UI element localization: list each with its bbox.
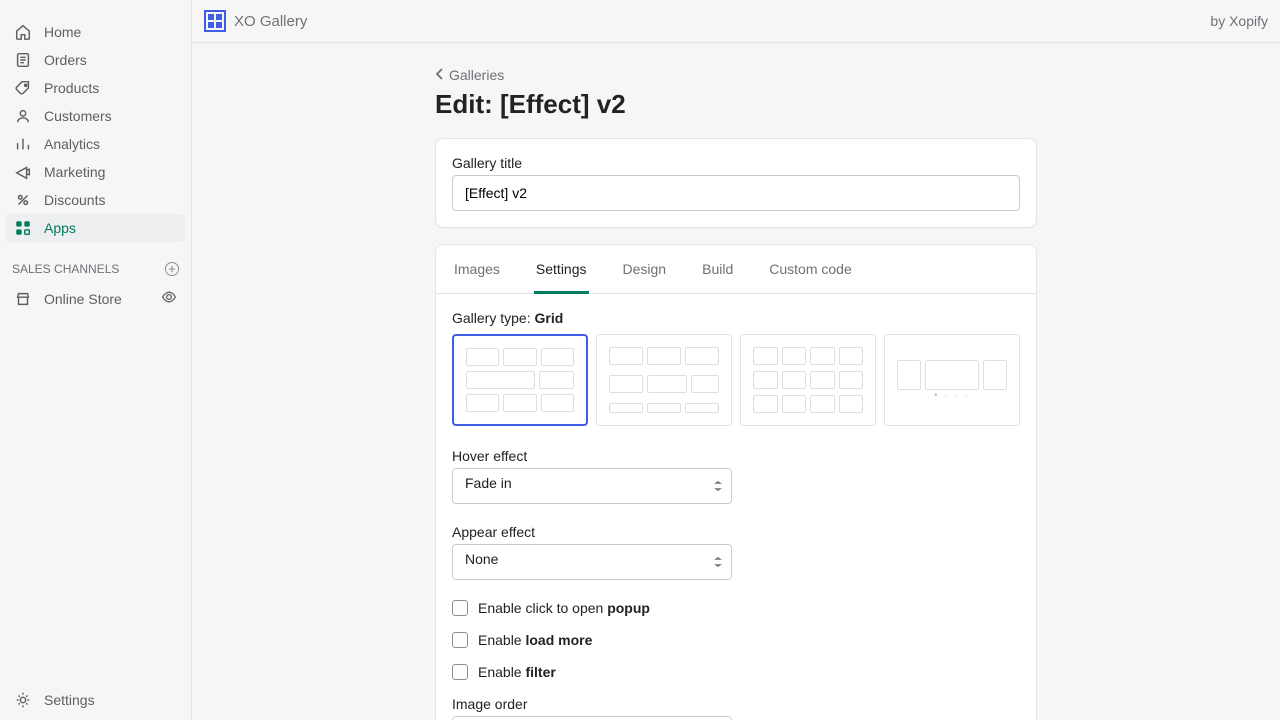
sidebar-item-orders[interactable]: Orders — [6, 46, 185, 74]
checkbox-icon — [452, 664, 468, 680]
gallery-title-card: Gallery title — [435, 138, 1037, 228]
sidebar-item-products[interactable]: Products — [6, 74, 185, 102]
enable-popup-checkbox[interactable]: Enable click to open popup — [452, 600, 1020, 616]
sidebar-item-settings[interactable]: Settings — [6, 686, 185, 714]
by-xopify: by Xopify — [1210, 13, 1268, 29]
carousel-dots-icon: • · · · — [934, 390, 970, 401]
sidebar-item-analytics[interactable]: Analytics — [6, 130, 185, 158]
sidebar-item-discounts[interactable]: Discounts — [6, 186, 185, 214]
store-icon — [14, 290, 32, 308]
nav-label: Home — [44, 24, 81, 40]
gallery-type-options: • · · · — [452, 334, 1020, 426]
app-logo-icon — [204, 10, 226, 32]
checkbox-label: Enable filter — [478, 664, 556, 680]
sidebar-item-marketing[interactable]: Marketing — [6, 158, 185, 186]
sales-channels-header: SALES CHANNELS — [0, 248, 191, 284]
checkbox-icon — [452, 600, 468, 616]
image-order-select[interactable]: Normal — [452, 716, 732, 720]
appear-effect-select[interactable]: None — [452, 544, 732, 580]
appear-effect-label: Appear effect — [452, 524, 1020, 540]
analytics-icon — [14, 135, 32, 153]
page-title: Edit: [Effect] v2 — [435, 89, 1037, 120]
app-name: XO Gallery — [234, 13, 307, 30]
nav-label: Discounts — [44, 192, 105, 208]
view-store-icon[interactable] — [161, 289, 177, 308]
sidebar-item-apps[interactable]: Apps — [6, 214, 185, 242]
gear-icon — [14, 691, 32, 709]
hover-effect-select[interactable]: Fade in — [452, 468, 732, 504]
tab-images[interactable]: Images — [452, 245, 502, 293]
image-order-label: Image order — [452, 696, 1020, 712]
tabs: Images Settings Design Build Custom code — [436, 245, 1036, 294]
nav-label: Marketing — [44, 164, 105, 180]
enable-loadmore-checkbox[interactable]: Enable load more — [452, 632, 1020, 648]
hover-effect-label: Hover effect — [452, 448, 1020, 464]
sidebar-item-home[interactable]: Home — [6, 18, 185, 46]
chevron-left-icon — [435, 67, 445, 83]
products-icon — [14, 79, 32, 97]
gallery-type-justified[interactable] — [740, 334, 876, 426]
sidebar: Home Orders Products Customers Analytics… — [0, 0, 192, 720]
tab-build[interactable]: Build — [700, 245, 735, 293]
enable-filter-checkbox[interactable]: Enable filter — [452, 664, 1020, 680]
nav-label: Customers — [44, 108, 112, 124]
nav-label: Settings — [44, 692, 95, 708]
gallery-type-masonry[interactable] — [596, 334, 732, 426]
orders-icon — [14, 51, 32, 69]
discounts-icon — [14, 191, 32, 209]
breadcrumb-galleries[interactable]: Galleries — [435, 67, 1037, 83]
apps-icon — [14, 219, 32, 237]
tab-design[interactable]: Design — [621, 245, 669, 293]
nav-label: Online Store — [44, 291, 122, 307]
topbar: XO Gallery by Xopify — [192, 0, 1280, 43]
gallery-type-carousel[interactable]: • · · · — [884, 334, 1020, 426]
main: XO Gallery by Xopify Galleries Edit: [Ef… — [192, 0, 1280, 720]
add-channel-icon[interactable] — [165, 262, 179, 276]
sidebar-item-online-store[interactable]: Online Store — [6, 284, 185, 313]
section-label: SALES CHANNELS — [12, 262, 119, 276]
nav-label: Analytics — [44, 136, 100, 152]
title-label: Gallery title — [452, 155, 1020, 171]
nav-label: Orders — [44, 52, 87, 68]
checkbox-label: Enable click to open popup — [478, 600, 650, 616]
gallery-title-input[interactable] — [452, 175, 1020, 211]
checkbox-label: Enable load more — [478, 632, 592, 648]
tab-settings[interactable]: Settings — [534, 245, 589, 294]
checkbox-icon — [452, 632, 468, 648]
customers-icon — [14, 107, 32, 125]
sidebar-item-customers[interactable]: Customers — [6, 102, 185, 130]
tab-custom-code[interactable]: Custom code — [767, 245, 853, 293]
nav-label: Apps — [44, 220, 76, 236]
gallery-type-label: Gallery type: Grid — [452, 310, 1020, 326]
home-icon — [14, 23, 32, 41]
settings-card: Images Settings Design Build Custom code… — [435, 244, 1037, 720]
nav-label: Products — [44, 80, 99, 96]
marketing-icon — [14, 163, 32, 181]
breadcrumb-label: Galleries — [449, 67, 504, 83]
gallery-type-grid[interactable] — [452, 334, 588, 426]
